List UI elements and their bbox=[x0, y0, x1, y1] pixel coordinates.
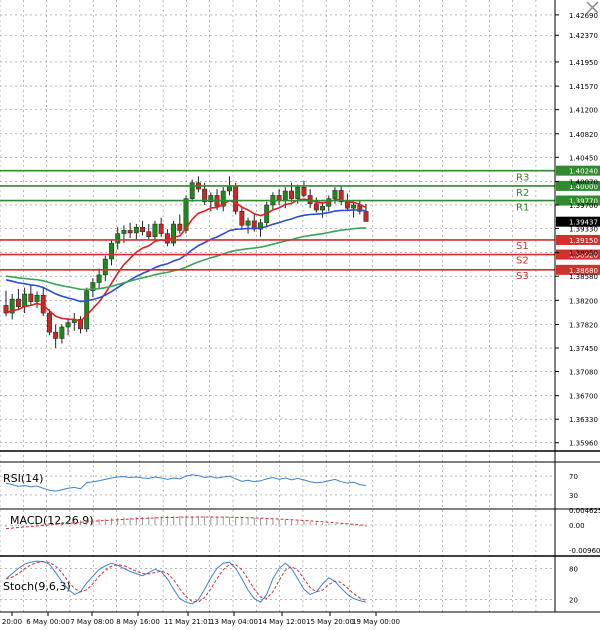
price-tick-label: 1.37820 bbox=[569, 321, 598, 329]
price-tick-label: 1.38580 bbox=[569, 273, 598, 281]
bull-candle bbox=[282, 190, 288, 201]
bull-candle bbox=[34, 295, 40, 302]
bull-candle bbox=[351, 204, 357, 209]
price-tick-label: 1.36330 bbox=[569, 416, 598, 424]
bull-candle bbox=[133, 226, 139, 234]
price-tick-label: 1.40820 bbox=[569, 131, 598, 139]
bear-candle bbox=[164, 233, 170, 244]
price-tick-label: 1.37450 bbox=[569, 345, 598, 353]
bear-candle bbox=[363, 211, 369, 222]
price-tick-label: 1.35960 bbox=[569, 440, 598, 448]
price-tick-label: 1.42370 bbox=[569, 32, 598, 40]
rsi-label: RSI(14) bbox=[3, 472, 43, 485]
bull-candle bbox=[320, 206, 326, 211]
level-price-label: 1.39150 bbox=[569, 237, 598, 245]
bear-candle bbox=[146, 231, 152, 238]
bear-candle bbox=[301, 186, 307, 196]
time-tick-label: 11 May 21:01 bbox=[164, 618, 212, 626]
time-tick-label: 8 May 16:00 bbox=[116, 618, 160, 626]
bull-candle bbox=[109, 242, 114, 260]
bear-candle bbox=[140, 226, 146, 232]
stoch-label: Stoch(9,6,3) bbox=[3, 580, 71, 593]
price-tick-label: 1.37080 bbox=[569, 369, 598, 377]
level-name-s3: S3 bbox=[516, 271, 529, 282]
current-price-label: 1.39437 bbox=[569, 219, 598, 227]
price-tick-label: 1.41570 bbox=[569, 83, 598, 91]
price-tick-label: 1.40070 bbox=[569, 178, 598, 186]
bear-candle bbox=[344, 201, 350, 209]
stoch-level-label: 20 bbox=[569, 597, 578, 605]
level-price-label: 1.40240 bbox=[569, 168, 598, 176]
bull-candle bbox=[295, 186, 301, 199]
bull-candle bbox=[84, 290, 90, 330]
level-name-r2: R2 bbox=[516, 188, 529, 199]
time-tick-label: 13 May 04:00 bbox=[210, 618, 258, 626]
level-name-s1: S1 bbox=[516, 241, 529, 252]
bear-candle bbox=[46, 312, 52, 333]
chart-window: R31.40240R21.40000R11.39770S1 1.39150S2 1.… bbox=[0, 0, 600, 630]
price-tick-label: 1.38950 bbox=[569, 250, 598, 258]
bear-candle bbox=[15, 298, 21, 307]
time-tick-label: 20:00 bbox=[2, 618, 22, 626]
macd-level-label: 0.004625 bbox=[569, 507, 600, 515]
bear-candle bbox=[276, 195, 282, 201]
bear-candle bbox=[239, 211, 245, 226]
stoch-level-label: 80 bbox=[569, 565, 578, 573]
time-tick-label: 19 May 00:00 bbox=[352, 618, 400, 626]
price-tick-label: 1.42690 bbox=[569, 12, 598, 20]
bull-candle bbox=[245, 220, 251, 226]
level-name-r1: R1 bbox=[516, 203, 529, 214]
level-name-s2: S2 bbox=[516, 256, 529, 267]
bear-candle bbox=[127, 230, 133, 234]
level-name-r3: R3 bbox=[516, 173, 529, 184]
bear-candle bbox=[177, 223, 183, 231]
price-tick-label: 1.39700 bbox=[569, 202, 598, 210]
bear-candle bbox=[158, 223, 164, 234]
bull-candle bbox=[22, 293, 28, 307]
rsi-level-label: 30 bbox=[569, 492, 578, 500]
bear-candle bbox=[313, 203, 319, 211]
price-tick-label: 1.38200 bbox=[569, 297, 598, 305]
bear-candle bbox=[53, 331, 59, 339]
price-tick-label: 1.40450 bbox=[569, 154, 598, 162]
bear-candle bbox=[289, 190, 294, 199]
bull-candle bbox=[59, 326, 65, 339]
bull-candle bbox=[332, 190, 338, 199]
bull-candle bbox=[115, 233, 121, 244]
rsi-level-label: 70 bbox=[569, 473, 578, 481]
time-tick-label: 6 May 00:00 bbox=[26, 618, 70, 626]
bear-candle bbox=[28, 293, 34, 302]
price-tick-label: 1.41950 bbox=[569, 59, 598, 67]
bull-candle bbox=[102, 258, 108, 276]
bear-candle bbox=[233, 185, 239, 212]
time-tick-label: 14 May 12:00 bbox=[258, 618, 306, 626]
time-tick-label: 7 May 08:00 bbox=[70, 618, 114, 626]
bull-candle bbox=[65, 322, 71, 328]
bull-candle bbox=[152, 223, 158, 238]
price-tick-label: 1.36700 bbox=[569, 393, 598, 401]
macd-level-label: -0.009608 bbox=[569, 547, 600, 555]
price-tick-label: 1.41200 bbox=[569, 107, 598, 115]
bull-candle bbox=[96, 274, 102, 283]
bull-candle bbox=[121, 230, 127, 234]
macd-level-label: 0.00 bbox=[569, 522, 585, 530]
time-tick-label: 15 May 20:00 bbox=[306, 618, 354, 626]
